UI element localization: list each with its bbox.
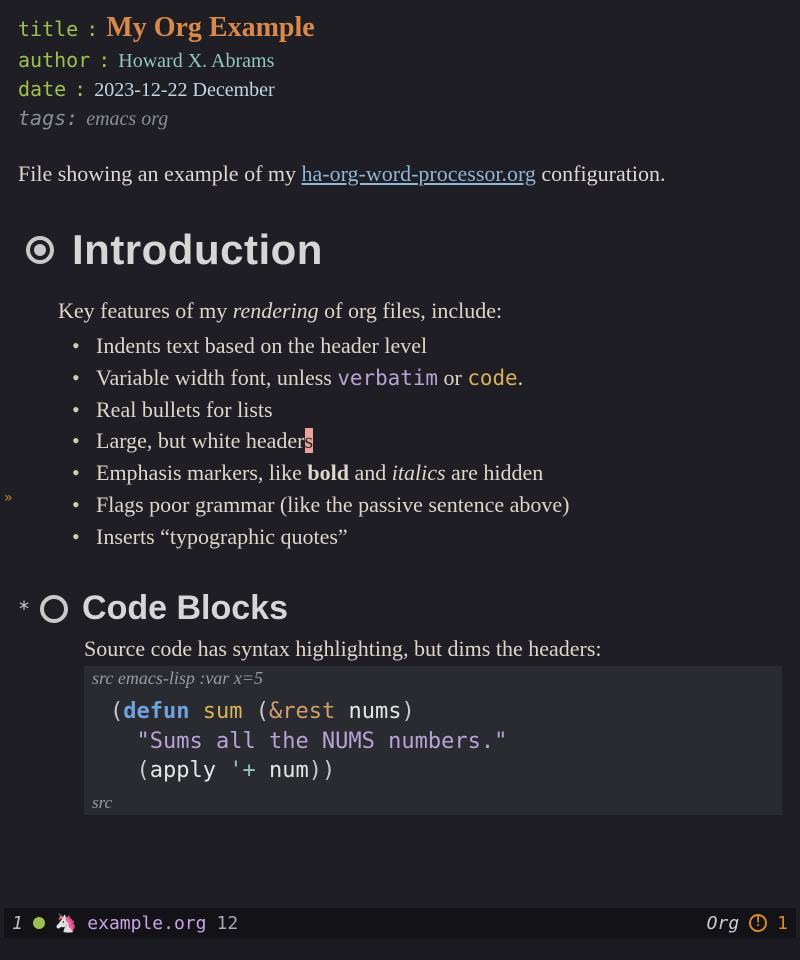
modeline[interactable]: 1 🦄 example.org 12 Org 1	[4, 908, 796, 938]
meta-date-line: date: 2023-12-22 December	[18, 77, 782, 102]
buffer-name[interactable]: example.org	[87, 913, 206, 934]
code-word: code	[467, 366, 517, 390]
list-item: Real bullets for lists	[72, 394, 782, 426]
src-vars: :var x=5	[199, 668, 263, 688]
meta-tags-line: tags: emacs org	[18, 106, 782, 131]
buffer[interactable]: title: My Org Example author: Howard X. …	[0, 0, 800, 908]
config-link[interactable]: ha-org-word-processor.org	[302, 161, 536, 186]
src-lang: emacs-lisp	[118, 668, 195, 688]
cursor-position: 12	[216, 913, 238, 934]
minibuffer[interactable]	[0, 938, 800, 960]
fringe-arrow-icon: »	[4, 490, 12, 506]
meta-author-line: author: Howard X. Abrams	[18, 48, 782, 73]
list-item: Inserts “typographic quotes”	[72, 521, 782, 553]
heading-bullet-icon	[40, 595, 68, 623]
meta-key-date: date	[18, 77, 66, 101]
meta-key-author: author	[18, 48, 90, 72]
list-item: Variable width font, unless verbatim or …	[72, 362, 782, 394]
list-item: Emphasis markers, like bold and italics …	[72, 457, 782, 489]
doc-tags: emacs org	[86, 108, 168, 131]
features-lead: Key features of my rendering of org file…	[58, 298, 782, 324]
src-end: src	[84, 792, 782, 815]
list-item: Indents text based on the header level	[72, 330, 782, 362]
intro-paragraph: File showing an example of my ha-org-wor…	[18, 159, 782, 190]
window-number: 1	[12, 913, 23, 934]
doc-date: 2023-12-22 December	[94, 79, 275, 102]
major-mode[interactable]: Org	[707, 913, 740, 934]
heading-text: Introduction	[72, 226, 323, 274]
warning-icon[interactable]	[749, 914, 767, 932]
heading-introduction[interactable]: Introduction	[26, 226, 782, 274]
meta-key-title: title	[18, 17, 78, 41]
doc-title: My Org Example	[106, 12, 314, 44]
heading-bullet-icon	[26, 236, 54, 264]
src-desc: Source code has syntax highlighting, but…	[84, 636, 782, 662]
code-section-body: Source code has syntax highlighting, but…	[84, 636, 782, 815]
buffer-icon: 🦄	[55, 913, 77, 934]
modified-indicator-icon	[33, 917, 45, 929]
features-list: Indents text based on the header level V…	[72, 330, 782, 553]
list-item: Large, but white headers	[72, 425, 782, 457]
src-begin: src emacs-lisp :var x=5	[84, 666, 782, 691]
meta-key-tags: tags:	[18, 106, 78, 130]
doc-author: Howard X. Abrams	[118, 50, 274, 73]
warning-count: 1	[777, 913, 788, 934]
source-code[interactable]: (defun sum (&rest nums) "Sums all the NU…	[84, 691, 782, 792]
meta-title-line: title: My Org Example	[18, 12, 782, 44]
list-item: Flags poor grammar (like the passive sen…	[72, 489, 782, 521]
heading-code-blocks[interactable]: * Code Blocks	[18, 589, 782, 628]
org-star: *	[18, 597, 30, 621]
introduction-body: Key features of my rendering of org file…	[58, 298, 782, 553]
text-cursor: s	[305, 428, 314, 453]
verbatim: verbatim	[337, 366, 438, 390]
heading-text: Code Blocks	[82, 589, 288, 628]
